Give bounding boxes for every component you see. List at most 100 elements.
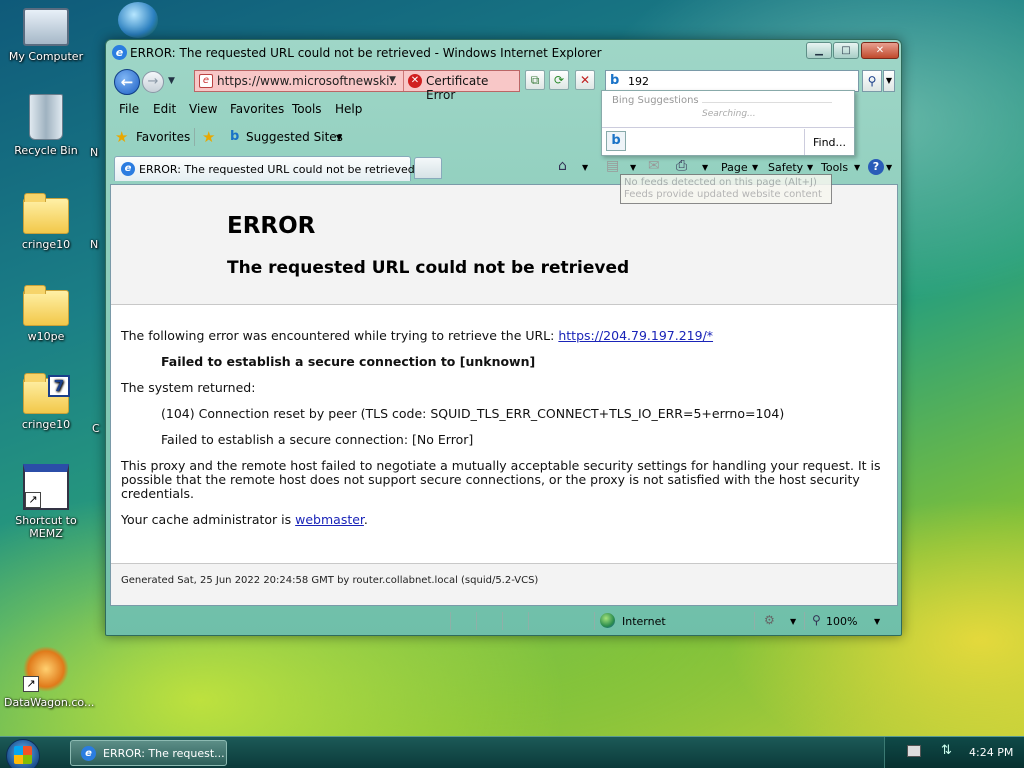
computer-icon (23, 8, 69, 46)
menu-view[interactable]: View (189, 102, 217, 116)
forward-button[interactable]: → (142, 71, 164, 93)
intro-text: The following error was encountered whil… (121, 328, 555, 343)
divider (602, 127, 854, 128)
footer-generated-text: Generated Sat, 25 Jun 2022 20:24:58 GMT … (121, 575, 539, 586)
divider (754, 612, 755, 630)
error-url-link[interactable]: https://204.79.197.219/* (558, 328, 713, 343)
divider (476, 612, 477, 630)
protected-mode-dropdown-icon[interactable]: ▼ (790, 617, 796, 626)
help-dropdown-icon[interactable]: ▼ (886, 163, 892, 172)
mandala-icon: ↗ (23, 646, 69, 692)
tools-menu[interactable]: Tools (821, 161, 848, 174)
search-box[interactable]: b 192 (605, 70, 859, 92)
security-zone-label[interactable]: Internet (622, 615, 666, 628)
desktop-icon-w10pe[interactable]: w10pe (4, 284, 88, 343)
search-suggestions-dropdown: Bing Suggestions Searching... b Find... (601, 90, 855, 156)
desktop-icon-label: My Computer (8, 50, 84, 63)
tab-error-page[interactable]: e ERROR: The requested URL could not be … (114, 156, 415, 181)
searching-status: Searching... (702, 109, 756, 119)
page-title: ERROR (227, 213, 316, 239)
desktop-icon-my-computer[interactable]: My Computer (4, 4, 88, 63)
print-icon[interactable]: ⎙ (676, 158, 687, 174)
desktop-icon-cringe10-archive[interactable]: 7 cringe10 (4, 372, 88, 431)
new-tab-button[interactable] (414, 157, 442, 179)
desktop-icon-cringe10[interactable]: cringe10 (4, 192, 88, 251)
compatibility-view-button[interactable]: ⧉ (525, 70, 545, 90)
menu-edit[interactable]: Edit (153, 102, 176, 116)
bing-icon: b (230, 129, 240, 144)
taskbar-ie-window-button[interactable]: e ERROR: The request... (70, 740, 227, 766)
back-button[interactable]: ← (114, 69, 140, 95)
address-dropdown-icon[interactable]: ▼ (389, 75, 396, 85)
address-input[interactable]: https://www.microsoftnewski... (217, 74, 397, 88)
suggested-sites-button[interactable]: Suggested Sites (246, 130, 343, 144)
zoom-level[interactable]: 100% (826, 615, 857, 628)
safety-dropdown-icon[interactable]: ▼ (807, 163, 813, 172)
divider (450, 612, 451, 630)
feeds-tooltip: No feeds detected on this page (Alt+J) F… (620, 174, 832, 204)
start-button[interactable] (6, 739, 40, 768)
keyboard-icon[interactable] (907, 745, 921, 757)
divider (194, 128, 195, 146)
sentence-period: . (363, 512, 368, 527)
home-icon[interactable]: ⌂ (558, 158, 567, 174)
page-menu[interactable]: Page (721, 161, 748, 174)
minimize-button[interactable]: ▁ (806, 42, 832, 59)
stop-button[interactable]: ✕ (575, 70, 595, 90)
globe-desktop-icon[interactable] (118, 2, 158, 38)
clock[interactable]: 4:24 PM (969, 746, 1013, 759)
certificate-error-button[interactable]: ✕ Certificate Error (403, 71, 521, 102)
taskbar: e ERROR: The request... ⇅ 4:24 PM (0, 736, 1024, 768)
divider (594, 612, 595, 630)
desktop-icon-datawagon[interactable]: ↗ DataWagon.co... (4, 646, 94, 709)
zoom-dropdown-icon[interactable]: ▼ (874, 617, 880, 626)
divider (702, 102, 832, 103)
home-dropdown-icon[interactable]: ▼ (582, 163, 588, 172)
partial-desktop-label: N (90, 146, 99, 159)
title-bar[interactable]: e ERROR: The requested URL could not be … (106, 40, 901, 66)
system-tray: ⇅ 4:24 PM (884, 737, 1024, 768)
protected-mode-icon[interactable]: ⚙ (764, 613, 775, 627)
feeds-dropdown-icon[interactable]: ▼ (630, 163, 636, 172)
close-button[interactable]: ✕ (861, 42, 899, 59)
folder-icon (23, 193, 69, 234)
page-dropdown-icon[interactable]: ▼ (752, 163, 758, 172)
explanation-line-1: This proxy and the remote host failed to… (121, 458, 881, 473)
divider (502, 612, 503, 630)
menu-favorites[interactable]: Favorites (230, 102, 284, 116)
favorites-button[interactable]: Favorites (136, 130, 190, 144)
webmaster-link[interactable]: webmaster (295, 512, 364, 527)
tools-dropdown-icon[interactable]: ▼ (854, 163, 860, 172)
suggested-sites-dropdown-icon[interactable]: ▼ (336, 133, 342, 142)
search-options-dropdown-icon[interactable]: ▼ (883, 70, 895, 92)
find-button[interactable]: Find... (813, 136, 846, 149)
search-button[interactable]: ⚲ (862, 70, 882, 92)
tab-title: ERROR: The requested URL could not be re… (139, 163, 415, 176)
internet-zone-icon (600, 613, 615, 628)
zoom-icon[interactable]: ⚲ (812, 613, 821, 627)
desktop-icon-label: Shortcut to MEMZ (15, 514, 77, 540)
print-dropdown-icon[interactable]: ▼ (702, 163, 708, 172)
feeds-icon[interactable]: ▤ (606, 158, 619, 174)
add-favorites-star-icon[interactable]: ★ (202, 128, 215, 146)
tooltip-line: Feeds provide updated website content (624, 189, 822, 200)
read-mail-icon[interactable]: ✉ (648, 158, 660, 174)
intro-line: The following error was encountered whil… (121, 329, 713, 343)
menu-tools[interactable]: Tools (292, 102, 322, 116)
menu-help[interactable]: Help (335, 102, 362, 116)
desktop-icon-recycle-bin[interactable]: Recycle Bin (4, 94, 88, 157)
menu-file[interactable]: File (119, 102, 139, 116)
recent-pages-dropdown-icon[interactable]: ▼ (168, 76, 175, 86)
partial-desktop-label: N (90, 238, 99, 251)
desktop-icon-memz-shortcut[interactable]: ↗ Shortcut to MEMZ (4, 464, 88, 540)
maximize-button[interactable]: □ (833, 42, 859, 59)
status-bar: Internet ⚙ ▼ ⚲ 100% ▼ (110, 610, 898, 632)
bing-provider-button[interactable]: b (606, 131, 626, 151)
address-bar[interactable]: e https://www.microsoftnewski... ▼ ✕ Cer… (194, 70, 521, 102)
refresh-button[interactable]: ⟳ (549, 70, 569, 90)
safety-menu[interactable]: Safety (768, 161, 803, 174)
desktop-icon-label: cringe10 (21, 418, 71, 431)
search-input[interactable]: 192 (628, 75, 649, 88)
network-icon[interactable]: ⇅ (941, 743, 952, 758)
help-icon[interactable]: ? (868, 159, 884, 175)
